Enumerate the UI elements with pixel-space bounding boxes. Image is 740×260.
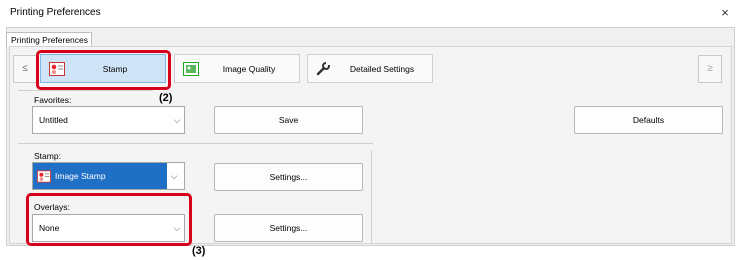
callout-box-2 — [36, 50, 171, 90]
close-icon[interactable]: × — [716, 4, 734, 22]
favorites-label: Favorites: — [34, 95, 72, 105]
stamp-selected-item: Image Stamp — [33, 163, 167, 189]
chevron-down-icon: ⌵ — [170, 170, 178, 181]
window-title: Printing Preferences — [10, 7, 101, 18]
vertical-divider — [371, 150, 372, 244]
title-bar — [0, 0, 740, 28]
divider — [18, 143, 373, 144]
defaults-button[interactable]: Defaults — [574, 106, 723, 134]
chevron-down-icon: ⌵ — [173, 114, 181, 125]
wrench-icon — [316, 61, 330, 75]
stamp-select[interactable]: Image Stamp ⌵ — [32, 162, 185, 190]
tab-image-quality[interactable]: Image Quality — [174, 54, 300, 83]
stamp-icon — [37, 169, 51, 183]
tab-image-quality-label: Image Quality — [222, 63, 276, 74]
tab-detailed-settings-label: Detailed Settings — [349, 63, 415, 74]
stamp-label: Stamp: — [34, 151, 61, 161]
divider — [18, 90, 153, 91]
callout-box-3 — [26, 193, 192, 246]
tab-printing-preferences[interactable]: Printing Preferences — [6, 32, 92, 47]
overlays-settings-button[interactable]: Settings... — [214, 214, 363, 242]
next-tab-button[interactable]: ≥ — [698, 55, 722, 83]
tab-detailed-settings[interactable]: Detailed Settings — [307, 54, 433, 83]
image-quality-icon — [183, 61, 199, 76]
stamp-value: Image Stamp — [55, 171, 106, 181]
favorites-value: Untitled — [39, 115, 68, 125]
callout-2: (2) — [159, 92, 173, 104]
stamp-settings-button[interactable]: Settings... — [214, 163, 363, 191]
prev-tab-button[interactable]: ≤ — [13, 55, 37, 83]
save-button[interactable]: Save — [214, 106, 363, 134]
callout-3: (3) — [192, 245, 206, 257]
favorites-select[interactable]: Untitled ⌵ — [32, 106, 185, 134]
